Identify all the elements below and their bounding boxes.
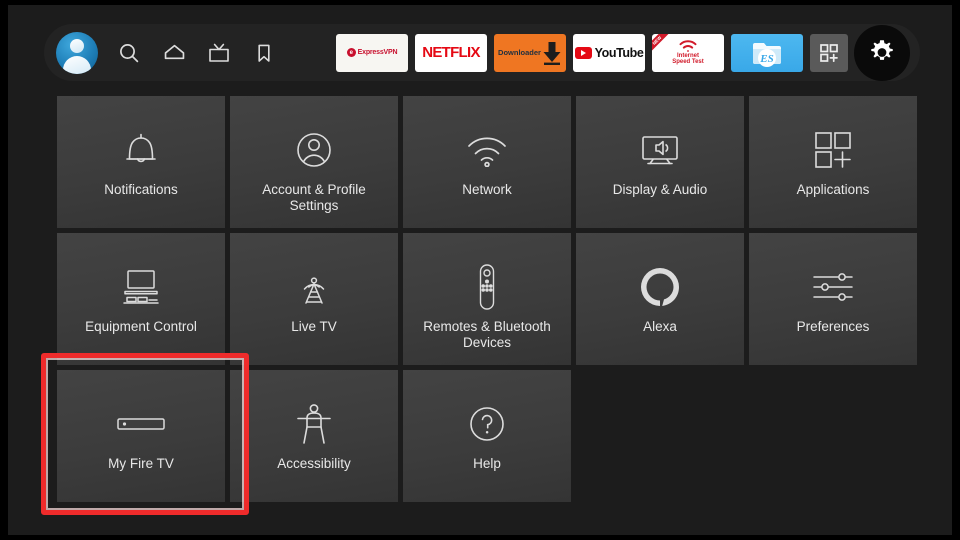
settings-row-2: Equipment Control Live TV Remotes & Blue…: [57, 233, 917, 365]
fire-tv-settings-screen: e ExpressVPN NETFLIX Downloader YouTube …: [0, 0, 960, 540]
settings-gear-button[interactable]: [854, 24, 910, 81]
tile-notifications[interactable]: Notifications: [57, 96, 225, 228]
tile-accessibility[interactable]: Accessibility: [230, 370, 398, 502]
top-navigation-bar: e ExpressVPN NETFLIX Downloader YouTube …: [44, 24, 920, 81]
account-person-icon: [292, 120, 336, 180]
home-icon[interactable]: [160, 39, 188, 67]
bell-icon: [121, 120, 161, 180]
app-label-netflix: NETFLIX: [422, 44, 480, 61]
tile-alexa[interactable]: Alexa: [576, 233, 744, 365]
tile-label: Preferences: [796, 319, 870, 334]
es-file-explorer-logo-icon: ES: [753, 42, 781, 67]
app-label-downloader: Downloader: [498, 48, 541, 57]
tile-label: Alexa: [643, 319, 677, 334]
svg-text:ES: ES: [759, 53, 773, 65]
tile-equipment-control[interactable]: Equipment Control: [57, 233, 225, 365]
download-arrow-icon: [543, 41, 561, 65]
profile-avatar[interactable]: [56, 31, 98, 74]
app-tile-expressvpn[interactable]: e ExpressVPN: [336, 33, 408, 72]
applications-grid-icon: [811, 120, 855, 180]
tile-preferences[interactable]: Preferences: [749, 233, 917, 365]
gear-icon: [871, 39, 893, 60]
tile-label: Equipment Control: [85, 319, 197, 334]
tile-label: Display & Audio: [612, 182, 708, 197]
youtube-play-icon: [574, 46, 592, 59]
tile-live-tv[interactable]: Live TV: [230, 233, 398, 365]
equipment-control-icon: [117, 257, 165, 317]
tile-account-profile-settings[interactable]: Account & Profile Settings: [230, 96, 398, 228]
apps-grid-plus-icon[interactable]: [810, 33, 848, 72]
expressvpn-logo-icon: e: [346, 48, 356, 57]
fire-tv-stick-icon: [115, 394, 167, 454]
display-audio-icon: [637, 120, 683, 180]
search-icon[interactable]: [115, 39, 143, 67]
help-question-icon: [465, 394, 509, 454]
app-label-youtube: YouTube: [594, 45, 644, 60]
tile-my-fire-tv[interactable]: My Fire TV: [57, 370, 225, 502]
tile-label: Applications: [796, 182, 870, 197]
nav-icon-group: [52, 24, 278, 81]
new-ribbon-badge: NEW: [652, 33, 672, 55]
live-tv-icon[interactable]: [205, 39, 233, 67]
tile-help[interactable]: Help: [403, 370, 571, 502]
settings-row-1: Notifications Account & Profile Settings: [57, 96, 917, 228]
tile-label: Accessibility: [277, 456, 351, 471]
app-tile-internet-speed-test[interactable]: NEW Internet Speed Test: [652, 33, 724, 72]
app-shortcut-row: e ExpressVPN NETFLIX Downloader YouTube …: [336, 24, 910, 81]
tile-remotes-bluetooth-devices[interactable]: Remotes & Bluetooth Devices: [403, 233, 571, 365]
tile-label: Notifications: [104, 182, 178, 197]
wifi-signal-icon: [679, 39, 697, 52]
settings-row-3: My Fire TV Accessibility Help: [57, 370, 901, 502]
screen-content: e ExpressVPN NETFLIX Downloader YouTube …: [8, 5, 952, 535]
remote-control-icon: [474, 257, 500, 317]
settings-tile-grid: Notifications Account & Profile Settings: [57, 96, 917, 507]
app-tile-downloader[interactable]: Downloader: [494, 33, 566, 72]
tile-applications[interactable]: Applications: [749, 96, 917, 228]
app-tile-es-file-explorer[interactable]: ES: [731, 33, 803, 72]
app-label-speedtest-line2: Speed Test: [672, 59, 704, 65]
app-tile-netflix[interactable]: NETFLIX: [415, 33, 487, 72]
app-tile-youtube[interactable]: YouTube: [573, 33, 645, 72]
wifi-icon: [464, 120, 510, 180]
tile-label: Live TV: [291, 319, 337, 334]
alexa-ring-icon: [638, 257, 682, 317]
tile-label: Account & Profile Settings: [262, 182, 366, 213]
tile-label: Help: [473, 456, 501, 471]
broadcast-tower-icon: [292, 257, 336, 317]
tile-label: My Fire TV: [108, 456, 174, 471]
bookmark-icon[interactable]: [250, 39, 278, 67]
tile-display-audio[interactable]: Display & Audio: [576, 96, 744, 228]
tile-label: Network: [462, 182, 512, 197]
tile-label: Remotes & Bluetooth Devices: [423, 319, 551, 350]
tile-network[interactable]: Network: [403, 96, 571, 228]
app-label-expressvpn: ExpressVPN: [357, 49, 398, 56]
sliders-icon: [809, 257, 857, 317]
accessibility-icon: [294, 394, 334, 454]
